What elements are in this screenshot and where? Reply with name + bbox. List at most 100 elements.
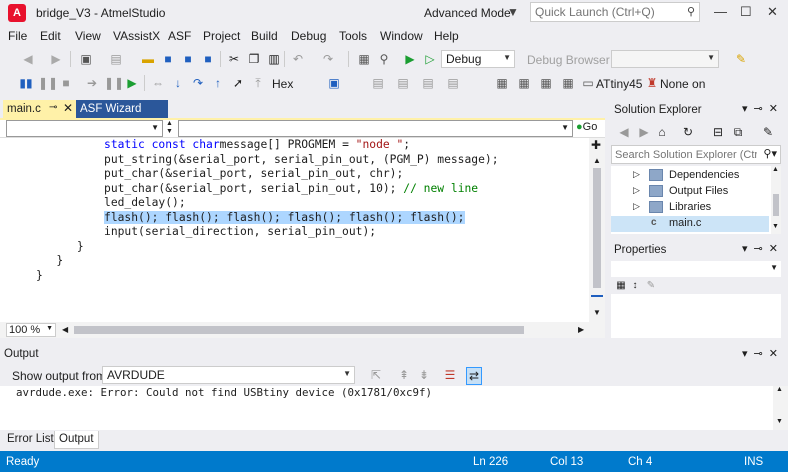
menu-edit[interactable]: Edit	[40, 29, 61, 43]
close-icon[interactable]: ✕	[63, 101, 73, 115]
output-pane[interactable]: avrdude.exe: Error: Could not find USBti…	[0, 386, 773, 430]
pin-icon[interactable]: ⊸	[49, 102, 57, 113]
menu-tools[interactable]: Tools	[339, 29, 367, 43]
debug-browser-combo[interactable]: ▼	[611, 50, 719, 68]
find-message-icon[interactable]: ⇱	[368, 367, 384, 383]
minimize-button[interactable]: —	[714, 4, 727, 19]
tree-item-libraries[interactable]: ▷ Libraries	[611, 200, 769, 216]
code-line[interactable]: led_delay();	[36, 196, 499, 211]
scroll-down-icon[interactable]: ▼	[772, 223, 779, 230]
scroll-up-icon[interactable]: ▲	[776, 386, 783, 393]
save-icon[interactable]: ■	[160, 51, 176, 67]
solution-search-input[interactable]	[615, 148, 757, 161]
pause-icon[interactable]: ❚❚	[38, 75, 58, 91]
filter-icon[interactable]: ▼	[507, 5, 519, 19]
memory-icon[interactable]: ▤	[370, 75, 386, 91]
alphabetical-icon[interactable]: ↕	[627, 278, 643, 294]
expand-icon[interactable]: ▷	[633, 185, 640, 196]
advanced-mode-label[interactable]: Advanced Mode	[424, 6, 511, 20]
clear-all-icon[interactable]: ☰	[442, 367, 458, 383]
menu-asf[interactable]: ASF	[168, 29, 191, 43]
copy-icon[interactable]: ❐	[246, 51, 262, 67]
solution-search-box[interactable]: ⚲▾	[611, 145, 781, 164]
watch-icon[interactable]: ▦	[538, 75, 554, 91]
hex-toggle[interactable]: Hex	[272, 77, 293, 91]
code-line[interactable]: }	[36, 254, 499, 269]
add-item-icon[interactable]: ▤	[108, 51, 124, 67]
expand-icon[interactable]: ▷	[633, 201, 640, 212]
step-out-icon[interactable]: ↑	[210, 75, 226, 91]
tab-error-list[interactable]: Error List	[3, 431, 58, 449]
back-icon[interactable]: ◀	[616, 124, 632, 140]
tree-item-dependencies[interactable]: ▷ Dependencies	[611, 168, 769, 184]
scroll-up-icon[interactable]: ▲	[593, 156, 601, 165]
context-combo[interactable]: ▼	[6, 120, 163, 137]
panel-buttons[interactable]: ▾⊸✕	[742, 242, 784, 255]
break-icon[interactable]: ❚❚	[104, 75, 124, 91]
redo-icon[interactable]: ↷	[320, 51, 336, 67]
start-debugging-icon[interactable]: ▶	[402, 51, 418, 67]
tree-item-main-c[interactable]: c main.c	[611, 216, 769, 232]
scroll-down-icon[interactable]: ▼	[593, 308, 601, 317]
scroll-thumb[interactable]	[593, 168, 601, 288]
step-into-icon[interactable]: ↓	[170, 75, 186, 91]
find-icon[interactable]: ⚲	[376, 51, 392, 67]
show-next-statement-icon[interactable]: ⇔	[150, 75, 166, 91]
symbol-combo[interactable]: ▼	[178, 120, 573, 137]
zoom-combo[interactable]: 100 % ▼	[6, 323, 56, 337]
quick-launch-box[interactable]: ⚲	[530, 2, 700, 22]
code-editor[interactable]: static const charmessage[] PROGMEM = "no…	[0, 138, 589, 322]
chip-icon[interactable]: ▭	[580, 75, 596, 91]
device-label[interactable]: ATtiny45	[596, 77, 642, 91]
spin-icon[interactable]: ▲ ▼	[166, 120, 173, 136]
code-line[interactable]: put_char(&serial_port, serial_pin_out, c…	[36, 167, 499, 182]
step-over-icon[interactable]: ↷	[190, 75, 206, 91]
close-button[interactable]: ✕	[767, 4, 778, 20]
paste-icon[interactable]: ▥	[266, 51, 282, 67]
device-programming-icon[interactable]: ▦	[356, 51, 372, 67]
scroll-thumb[interactable]	[773, 194, 779, 216]
tool-icon[interactable]: ♜	[644, 75, 660, 91]
property-pages-icon[interactable]: ✎	[643, 278, 659, 294]
break-all-icon[interactable]: ▮▮	[18, 75, 34, 91]
sync-icon[interactable]: ↻	[680, 124, 696, 140]
menu-vassistx[interactable]: VAssistX	[113, 29, 160, 43]
code-line[interactable]: static const charmessage[] PROGMEM = "no…	[36, 138, 499, 153]
menu-build[interactable]: Build	[251, 29, 278, 43]
properties-icon[interactable]: ✎	[760, 124, 776, 140]
menu-help[interactable]: Help	[434, 29, 459, 43]
scroll-down-icon[interactable]: ▼	[776, 418, 783, 425]
disassembly-icon[interactable]: ▦	[494, 75, 510, 91]
forward-icon[interactable]: ▶	[636, 124, 652, 140]
registers-icon[interactable]: ▤	[395, 75, 411, 91]
stop-icon[interactable]: ■	[58, 75, 74, 91]
code-line[interactable]: }	[36, 269, 499, 284]
code-lines[interactable]: static const charmessage[] PROGMEM = "no…	[36, 138, 499, 283]
scroll-right-icon[interactable]: ▶	[578, 325, 584, 334]
next-message-icon[interactable]: ⇟	[416, 367, 432, 383]
locals-icon[interactable]: ▦	[560, 75, 576, 91]
configuration-combo[interactable]: Debug ▼	[441, 50, 515, 68]
maximize-button[interactable]: ☐	[740, 4, 752, 20]
menu-view[interactable]: View	[75, 29, 101, 43]
save-all-icon[interactable]: ■	[180, 51, 196, 67]
call-stack-icon[interactable]: ▦	[516, 75, 532, 91]
continue-icon[interactable]: ▶	[124, 75, 140, 91]
hscroll-thumb[interactable]	[74, 326, 524, 334]
go-button[interactable]: ●Go	[576, 121, 597, 133]
scroll-left-icon[interactable]: ◀	[62, 325, 68, 334]
tab-output[interactable]: Output	[54, 431, 99, 449]
run-to-cursor-icon[interactable]: ➚	[230, 75, 246, 91]
forward-icon[interactable]: ▶	[48, 51, 64, 67]
menu-project[interactable]: Project	[203, 29, 240, 43]
menu-window[interactable]: Window	[380, 29, 423, 43]
windows-icon[interactable]: ▣	[326, 75, 342, 91]
code-line[interactable]: flash(); flash(); flash(); flash(); flas…	[36, 210, 499, 226]
expand-icon[interactable]: ▷	[633, 169, 640, 180]
show-all-files-icon[interactable]: ⧉	[730, 124, 746, 140]
home-icon[interactable]: ⌂	[654, 124, 670, 140]
editor-vertical-scrollbar[interactable]: ✚ ▲ ▼	[589, 138, 605, 322]
tree-item-output-files[interactable]: ▷ Output Files	[611, 184, 769, 200]
prev-message-icon[interactable]: ⇞	[396, 367, 412, 383]
tree-scrollbar[interactable]: ▲ ▼	[771, 166, 781, 234]
